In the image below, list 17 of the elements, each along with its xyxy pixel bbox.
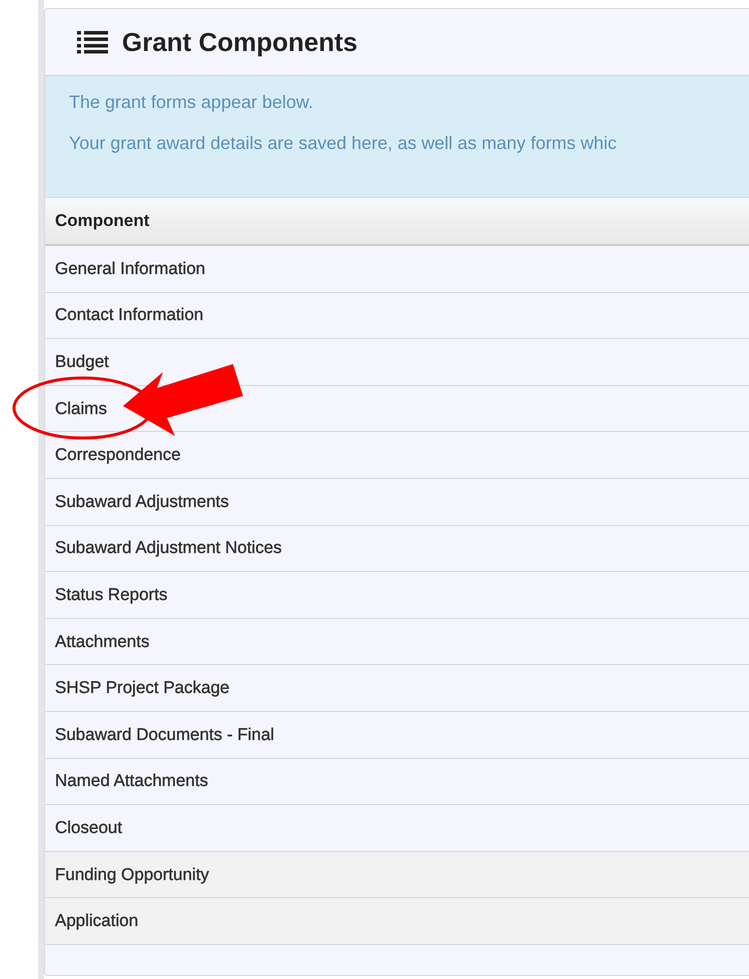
component-row[interactable]: Status Reports <box>45 572 749 619</box>
component-row[interactable]: Funding Opportunity <box>45 852 749 898</box>
component-row[interactable]: SHSP Project Package <box>45 665 749 712</box>
component-row[interactable]: Attachments <box>45 618 749 666</box>
component-row[interactable]: Application <box>45 898 749 945</box>
component-row[interactable]: Named Attachments <box>45 758 749 806</box>
list-icon <box>77 30 108 54</box>
component-row[interactable]: General Information <box>45 246 749 293</box>
column-header: Component <box>45 198 749 246</box>
component-row[interactable]: Subaward Documents - Final <box>45 712 749 759</box>
component-row[interactable]: Subaward Adjustments <box>45 478 749 526</box>
component-row[interactable]: Correspondence <box>45 432 749 479</box>
component-row[interactable]: Contact Information <box>45 292 749 340</box>
panel-title: Grant Components <box>122 26 358 58</box>
info-text: The grant forms appear below. <box>69 92 314 113</box>
component-row[interactable]: Subaward Adjustment Notices <box>45 526 749 572</box>
info-text: Your grant award details are saved here, as well as many forms whic <box>69 133 618 154</box>
